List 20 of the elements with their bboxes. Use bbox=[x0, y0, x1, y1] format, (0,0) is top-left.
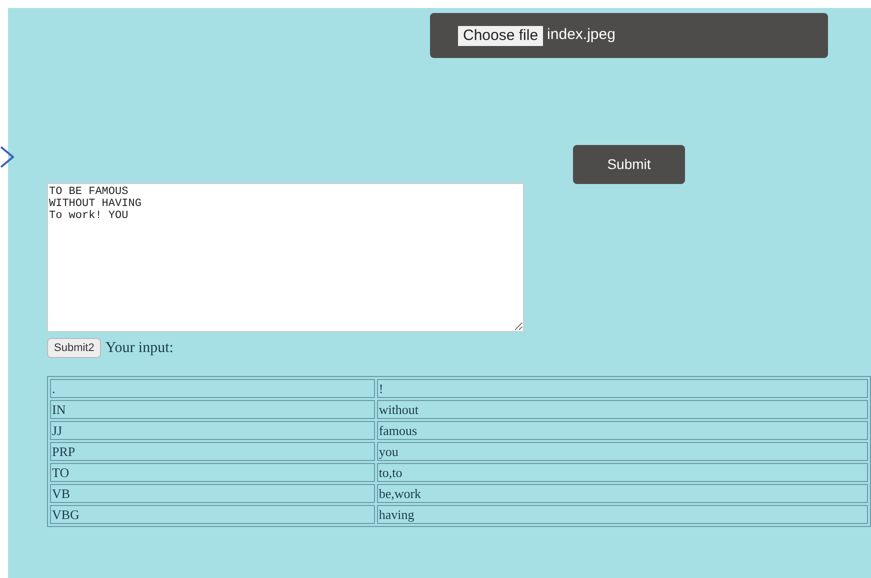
text-input-field[interactable]: TO BE FAMOUS WITHOUT HAVING To work! YOU bbox=[47, 183, 524, 332]
table-cell: without bbox=[376, 400, 868, 418]
result-label: Your input: bbox=[105, 339, 174, 358]
table-cell: . bbox=[50, 378, 375, 398]
table-cell: JJ bbox=[50, 420, 375, 440]
table-cell: you bbox=[376, 442, 868, 460]
table-cell: be,work bbox=[376, 484, 868, 502]
submit2-button[interactable]: Submit2 bbox=[47, 338, 102, 358]
table-cell: PRP bbox=[50, 442, 375, 460]
table-cell: IN bbox=[50, 400, 375, 418]
table-cell: TO bbox=[50, 462, 375, 482]
table-cell: to,to bbox=[376, 462, 868, 482]
file-name: index.jpeg bbox=[547, 25, 616, 46]
table-cell: having bbox=[376, 504, 868, 524]
table-cell: VB bbox=[50, 484, 375, 502]
choose-file-button[interactable]: Choose file bbox=[458, 26, 544, 46]
table-cell: VBG bbox=[50, 504, 375, 524]
submit-button[interactable]: Submit bbox=[573, 145, 685, 184]
table-cell: ! bbox=[376, 378, 868, 398]
table-cell: famous bbox=[376, 420, 868, 440]
